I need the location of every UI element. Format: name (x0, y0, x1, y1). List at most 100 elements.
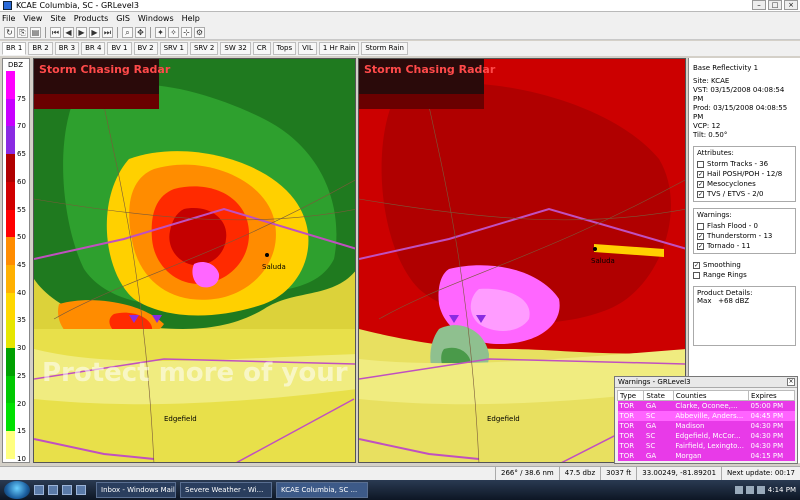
warning-row[interactable]: TOR SC Edgefield, McCor... 04:30 PM (617, 430, 795, 441)
column-header-type[interactable]: Type (616, 390, 645, 401)
menu-gis[interactable]: GIS (116, 14, 130, 23)
scale-segment (6, 292, 15, 321)
scale-label: 35 (17, 316, 26, 325)
scale-segment (6, 348, 15, 376)
tab-sw32[interactable]: SW 32 (220, 42, 251, 55)
last-frame-icon[interactable]: ⏭ (102, 26, 113, 38)
menu-site[interactable]: Site (50, 14, 65, 23)
task-inbox[interactable]: Inbox - Windows Mail (96, 482, 176, 498)
refresh-icon[interactable]: ↻ (4, 26, 15, 38)
system-tray: 4:14 PM (734, 486, 800, 494)
menu-view[interactable]: View (23, 14, 42, 23)
next-frame-icon[interactable]: ▶ (89, 26, 100, 38)
checkbox-icon[interactable] (697, 222, 704, 230)
warn-tornado[interactable]: ✓ Tornado - 11 (697, 241, 792, 251)
quick-launch-media-icon[interactable] (76, 485, 86, 495)
site-label: Site: KCAE (693, 77, 730, 85)
checkbox-icon[interactable]: ✓ (697, 180, 704, 188)
task-grlevel3[interactable]: KCAE Columbia, SC ... (276, 482, 368, 498)
tab-bv2[interactable]: BV 2 (133, 42, 158, 55)
checkbox-icon[interactable]: ✓ (697, 190, 704, 198)
attr-tvs[interactable]: ✓ TVS / ETVS - 2/0 (697, 189, 792, 199)
tab-storm-rain[interactable]: Storm Rain (361, 42, 408, 55)
close-icon[interactable]: × (787, 378, 795, 386)
tab-vil[interactable]: VIL (298, 42, 317, 55)
tab-br3[interactable]: BR 3 (54, 42, 80, 55)
tab-br1[interactable]: BR 1 (2, 42, 27, 55)
warn-flash-flood[interactable]: Flash Flood - 0 (697, 221, 792, 231)
quick-launch-mail-icon[interactable] (62, 485, 72, 495)
tab-bv1[interactable]: BV 1 (107, 42, 132, 55)
quick-launch-desktop-icon[interactable] (34, 485, 44, 495)
menu-help[interactable]: Help (182, 14, 200, 23)
attr-mesocyclones[interactable]: ✓ Mesocyclones (697, 179, 792, 189)
security-icon[interactable] (756, 486, 765, 494)
close-button[interactable]: × (784, 0, 798, 10)
zoom-icon[interactable]: ⌕ (122, 26, 133, 38)
warnings-window[interactable]: Warnings - GRLevel3 × Type State Countie… (614, 376, 798, 464)
checkbox-icon[interactable]: ✓ (693, 261, 700, 269)
network-icon[interactable] (734, 486, 743, 494)
town-label-saluda: Saluda (591, 257, 615, 265)
checkbox-icon[interactable]: ✓ (697, 170, 704, 178)
menu-file[interactable]: File (2, 14, 15, 23)
maximize-button[interactable]: □ (768, 0, 782, 10)
tab-tops[interactable]: Tops (272, 42, 297, 55)
first-frame-icon[interactable]: ⏮ (50, 26, 61, 38)
option-range-rings[interactable]: Range Rings (693, 270, 796, 280)
display-options: ✓ Smoothing Range Rings (693, 260, 796, 280)
tab-1hr-rain[interactable]: 1 Hr Rain (318, 42, 360, 55)
settings-icon[interactable]: ⚙ (194, 26, 205, 38)
storm-tool-icon[interactable]: ✦ (155, 26, 166, 38)
scale-segment (6, 375, 15, 404)
scale-label: 20 (17, 399, 26, 408)
task-severe-weather[interactable]: Severe Weather - Wi... (180, 482, 272, 498)
warning-cell: SC (643, 410, 674, 421)
copy-icon[interactable]: ⎘ (17, 26, 28, 38)
attr-hail[interactable]: ✓ Hail POSH/POH - 12/8 (697, 169, 792, 179)
tab-br4[interactable]: BR 4 (81, 42, 106, 55)
checkbox-icon[interactable] (697, 160, 704, 168)
column-header-expires[interactable]: Expires (748, 390, 795, 401)
pan-icon[interactable]: ✥ (135, 26, 146, 38)
option-smoothing[interactable]: ✓ Smoothing (693, 260, 796, 270)
app-window: KCAE Columbia, SC - GRLevel3 – □ × File … (0, 0, 800, 500)
scale-segment (6, 320, 15, 349)
warning-row[interactable]: TOR GA Clarke, Oconee,... 05:00 PM (617, 400, 795, 411)
quick-launch-ie-icon[interactable] (48, 485, 58, 495)
warning-row[interactable]: TOR GA Madison 04:30 PM (617, 420, 795, 431)
warnings-window-titlebar[interactable]: Warnings - GRLevel3 × (615, 377, 797, 388)
warning-cell: 04:45 PM (748, 410, 795, 421)
volume-icon[interactable] (745, 486, 754, 494)
menu-windows[interactable]: Windows (138, 14, 174, 23)
tab-cr[interactable]: CR (252, 42, 271, 55)
start-button-icon[interactable] (4, 481, 30, 499)
column-header-state[interactable]: State (643, 390, 674, 401)
attr-storm-tracks[interactable]: Storm Tracks - 36 (697, 159, 792, 169)
warning-row[interactable]: TOR SC Fairfield, Lexingto... 04:30 PM (617, 440, 795, 451)
radar-banner-right: Storm Chasing Radar (364, 63, 496, 76)
warn-thunderstorm[interactable]: ✓ Thunderstorm - 13 (697, 231, 792, 241)
tab-br2[interactable]: BR 2 (28, 42, 53, 55)
scale-segment (6, 98, 15, 127)
track-tool-icon[interactable]: ✧ (168, 26, 179, 38)
print-icon[interactable]: ▤ (30, 26, 41, 38)
tab-srv2[interactable]: SRV 2 (189, 42, 219, 55)
checkbox-icon[interactable] (693, 271, 700, 279)
column-header-counties[interactable]: Counties (672, 390, 750, 401)
minimize-button[interactable]: – (752, 0, 766, 10)
measure-tool-icon[interactable]: ⊹ (181, 26, 192, 38)
warning-row[interactable]: TOR SC Abbeville, Anders... 04:45 PM (617, 410, 795, 421)
menu-products[interactable]: Products (74, 14, 109, 23)
checkbox-icon[interactable]: ✓ (697, 232, 704, 240)
play-icon[interactable]: ▶ (76, 26, 87, 38)
town-label-edgefield: Edgefield (164, 415, 197, 423)
radar-panel-left[interactable]: Storm Chasing Radar Saluda Edgefield Pro… (33, 58, 356, 463)
clock[interactable]: 4:14 PM (768, 486, 796, 494)
scale-segment (6, 71, 15, 99)
tab-srv1[interactable]: SRV 1 (159, 42, 188, 55)
previous-frame-icon[interactable]: ◀ (63, 26, 74, 38)
prod-label: Prod: 03/15/2008 04:08:55 PM (693, 104, 788, 121)
warning-row[interactable]: TOR GA Morgan 04:15 PM (617, 450, 795, 461)
checkbox-icon[interactable]: ✓ (697, 242, 704, 250)
